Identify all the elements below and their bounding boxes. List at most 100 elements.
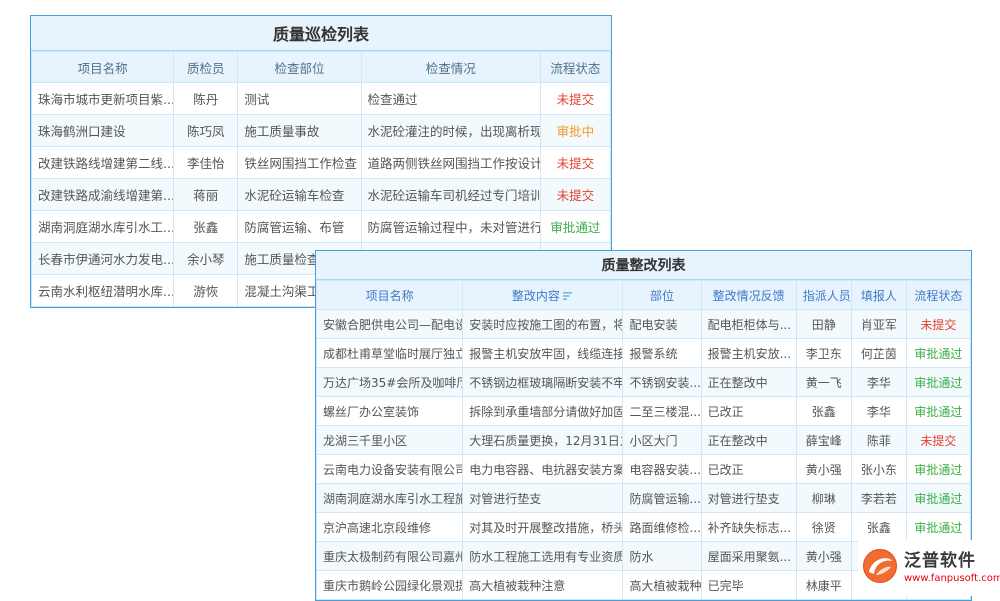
- feedback-cell: 报警主机安放...: [701, 339, 796, 368]
- reporter-name[interactable]: 李华: [851, 368, 906, 397]
- reporter-name[interactable]: 肖亚军: [851, 310, 906, 339]
- inspection-part-cell: 测试: [238, 83, 361, 115]
- workflow-status-badge[interactable]: 审批通过: [906, 397, 970, 426]
- header-reporter: 填报人: [851, 281, 906, 310]
- inspection-part-cell: 铁丝网围挡工作检查: [238, 147, 361, 179]
- assignee-name[interactable]: 黄一飞: [796, 368, 851, 397]
- inspection-situation-cell: 检查通过: [361, 83, 540, 115]
- reporter-name[interactable]: 张鑫: [851, 513, 906, 542]
- project-name-link[interactable]: 螺丝厂办公室装饰: [317, 397, 463, 426]
- assignee-name[interactable]: 黄小强: [796, 542, 851, 571]
- inspection-row: 改建铁路线增建第二线... 李佳怡 铁丝网围挡工作检查 道路两侧铁丝网围挡工作按…: [32, 147, 611, 179]
- sort-icon[interactable]: [563, 290, 574, 304]
- part-cell: 路面维修检...: [623, 513, 701, 542]
- workflow-status-badge[interactable]: 未提交: [906, 426, 970, 455]
- rectify-content-cell: 拆除到承重墙部分请做好加固...: [463, 397, 623, 426]
- rectify-content-cell: 对其及时开展整改措施，桥头...: [463, 513, 623, 542]
- project-name-link[interactable]: 珠海市城市更新项目紫...: [32, 83, 174, 115]
- reporter-name[interactable]: 李若若: [851, 484, 906, 513]
- assignee-name[interactable]: 张鑫: [796, 397, 851, 426]
- workflow-status-badge[interactable]: 未提交: [540, 179, 610, 211]
- header-inspection-part: 检查部位: [238, 52, 361, 83]
- inspector-name[interactable]: 蒋丽: [174, 179, 238, 211]
- brand-name: 泛普软件: [904, 551, 1000, 571]
- rectify-content-cell: 防水工程施工选用有专业资质...: [463, 542, 623, 571]
- part-cell: 小区大门: [623, 426, 701, 455]
- project-name-link[interactable]: 龙湖三千里小区: [317, 426, 463, 455]
- inspection-header-row: 项目名称 质检员 检查部位 检查情况 流程状态: [32, 52, 611, 83]
- feedback-cell: 已完毕: [701, 571, 796, 600]
- project-name-link[interactable]: 改建铁路线增建第二线...: [32, 147, 174, 179]
- reporter-name[interactable]: 何芷茵: [851, 339, 906, 368]
- assignee-name[interactable]: 薛宝峰: [796, 426, 851, 455]
- project-name-link[interactable]: 云南水利枢纽潜明水库...: [32, 275, 174, 307]
- rectify-content-cell: 高大植被栽种注意: [463, 571, 623, 600]
- workflow-status-badge[interactable]: 审批中: [540, 115, 610, 147]
- header-feedback: 整改情况反馈: [701, 281, 796, 310]
- part-cell: 电容器安装...: [623, 455, 701, 484]
- workflow-status-badge[interactable]: 审批通过: [906, 484, 970, 513]
- assignee-name[interactable]: 林康平: [796, 571, 851, 600]
- assignee-name[interactable]: 徐贤: [796, 513, 851, 542]
- project-name-link[interactable]: 湖南洞庭湖水库引水工...: [32, 211, 174, 243]
- inspector-name[interactable]: 陈丹: [174, 83, 238, 115]
- inspection-row: 改建铁路成渝线增建第... 蒋丽 水泥砼运输车检查 水泥砼运输车司机经过专门培训…: [32, 179, 611, 211]
- project-name-link[interactable]: 长春市伊通河水力发电...: [32, 243, 174, 275]
- project-name-link[interactable]: 重庆太极制药有限公司嘉州中...: [317, 542, 463, 571]
- rectify-panel-title: 质量整改列表: [316, 251, 971, 280]
- project-name-link[interactable]: 安徽合肥供电公司—配电设备...: [317, 310, 463, 339]
- header-inspection-situation: 检查情况: [361, 52, 540, 83]
- inspector-name[interactable]: 游恢: [174, 275, 238, 307]
- project-name-link[interactable]: 万达广场35#会所及咖啡厅空...: [317, 368, 463, 397]
- project-name-link[interactable]: 京沪高速北京段维修: [317, 513, 463, 542]
- rectify-row: 云南电力设备安装有限公司20... 电力电容器、电抗器安装方案,... 电容器安…: [317, 455, 971, 484]
- part-cell: 不锈钢安装...: [623, 368, 701, 397]
- header-workflow-status: 流程状态: [906, 281, 970, 310]
- project-name-link[interactable]: 珠海鹤洲口建设: [32, 115, 174, 147]
- reporter-name[interactable]: 陈菲: [851, 426, 906, 455]
- inspection-row: 珠海鹤洲口建设 陈巧凤 施工质量事故 水泥砼灌注的时候，出现离析现象 审批中: [32, 115, 611, 147]
- reporter-name[interactable]: 张小东: [851, 455, 906, 484]
- feedback-cell: 正在整改中: [701, 368, 796, 397]
- inspector-name[interactable]: 张鑫: [174, 211, 238, 243]
- inspection-part-cell: 防腐管运输、布管: [238, 211, 361, 243]
- inspection-panel-title: 质量巡检列表: [31, 16, 611, 51]
- inspection-part-cell: 水泥砼运输车检查: [238, 179, 361, 211]
- inspection-situation-cell: 道路两侧铁丝网围挡工作按设计...: [361, 147, 540, 179]
- project-name-link[interactable]: 改建铁路成渝线增建第...: [32, 179, 174, 211]
- inspector-name[interactable]: 余小琴: [174, 243, 238, 275]
- project-name-link[interactable]: 成都杜甫草堂临时展厅独立展...: [317, 339, 463, 368]
- feedback-cell: 已改正: [701, 397, 796, 426]
- workflow-status-badge[interactable]: 审批通过: [540, 211, 610, 243]
- part-cell: 报警系统: [623, 339, 701, 368]
- header-project-name: 项目名称: [317, 281, 463, 310]
- workflow-status-badge[interactable]: 审批通过: [906, 513, 970, 542]
- workflow-status-badge[interactable]: 未提交: [540, 83, 610, 115]
- workflow-status-badge[interactable]: 审批通过: [906, 368, 970, 397]
- rectify-content-cell: 电力电容器、电抗器安装方案,...: [463, 455, 623, 484]
- workflow-status-badge[interactable]: 未提交: [540, 147, 610, 179]
- workflow-status-badge[interactable]: 审批通过: [906, 455, 970, 484]
- rectify-row: 万达广场35#会所及咖啡厅空... 不锈钢边框玻璃隔断安装不牢... 不锈钢安装…: [317, 368, 971, 397]
- inspector-name[interactable]: 陈巧凤: [174, 115, 238, 147]
- brand-url[interactable]: www.fanpusoft.com: [904, 573, 1000, 585]
- project-name-link[interactable]: 重庆市鹅岭公园绿化景观提升...: [317, 571, 463, 600]
- rectify-row: 湖南洞庭湖水库引水工程施工1... 对管进行垫支 防腐管运输... 对管进行垫支…: [317, 484, 971, 513]
- rectify-content-cell: 不锈钢边框玻璃隔断安装不牢...: [463, 368, 623, 397]
- assignee-name[interactable]: 田静: [796, 310, 851, 339]
- header-rectify-content[interactable]: 整改内容: [463, 281, 623, 310]
- assignee-name[interactable]: 柳琳: [796, 484, 851, 513]
- assignee-name[interactable]: 黄小强: [796, 455, 851, 484]
- feedback-cell: 配电柜柜体与...: [701, 310, 796, 339]
- header-inspector: 质检员: [174, 52, 238, 83]
- workflow-status-badge[interactable]: 审批通过: [906, 339, 970, 368]
- reporter-name[interactable]: 李华: [851, 397, 906, 426]
- workflow-status-badge[interactable]: 未提交: [906, 310, 970, 339]
- project-name-link[interactable]: 云南电力设备安装有限公司20...: [317, 455, 463, 484]
- assignee-name[interactable]: 李卫东: [796, 339, 851, 368]
- rectify-row: 京沪高速北京段维修 对其及时开展整改措施，桥头... 路面维修检... 补齐缺失…: [317, 513, 971, 542]
- feedback-cell: 已改正: [701, 455, 796, 484]
- inspector-name[interactable]: 李佳怡: [174, 147, 238, 179]
- inspection-situation-cell: 防腐管运输过程中，未对管进行...: [361, 211, 540, 243]
- project-name-link[interactable]: 湖南洞庭湖水库引水工程施工1...: [317, 484, 463, 513]
